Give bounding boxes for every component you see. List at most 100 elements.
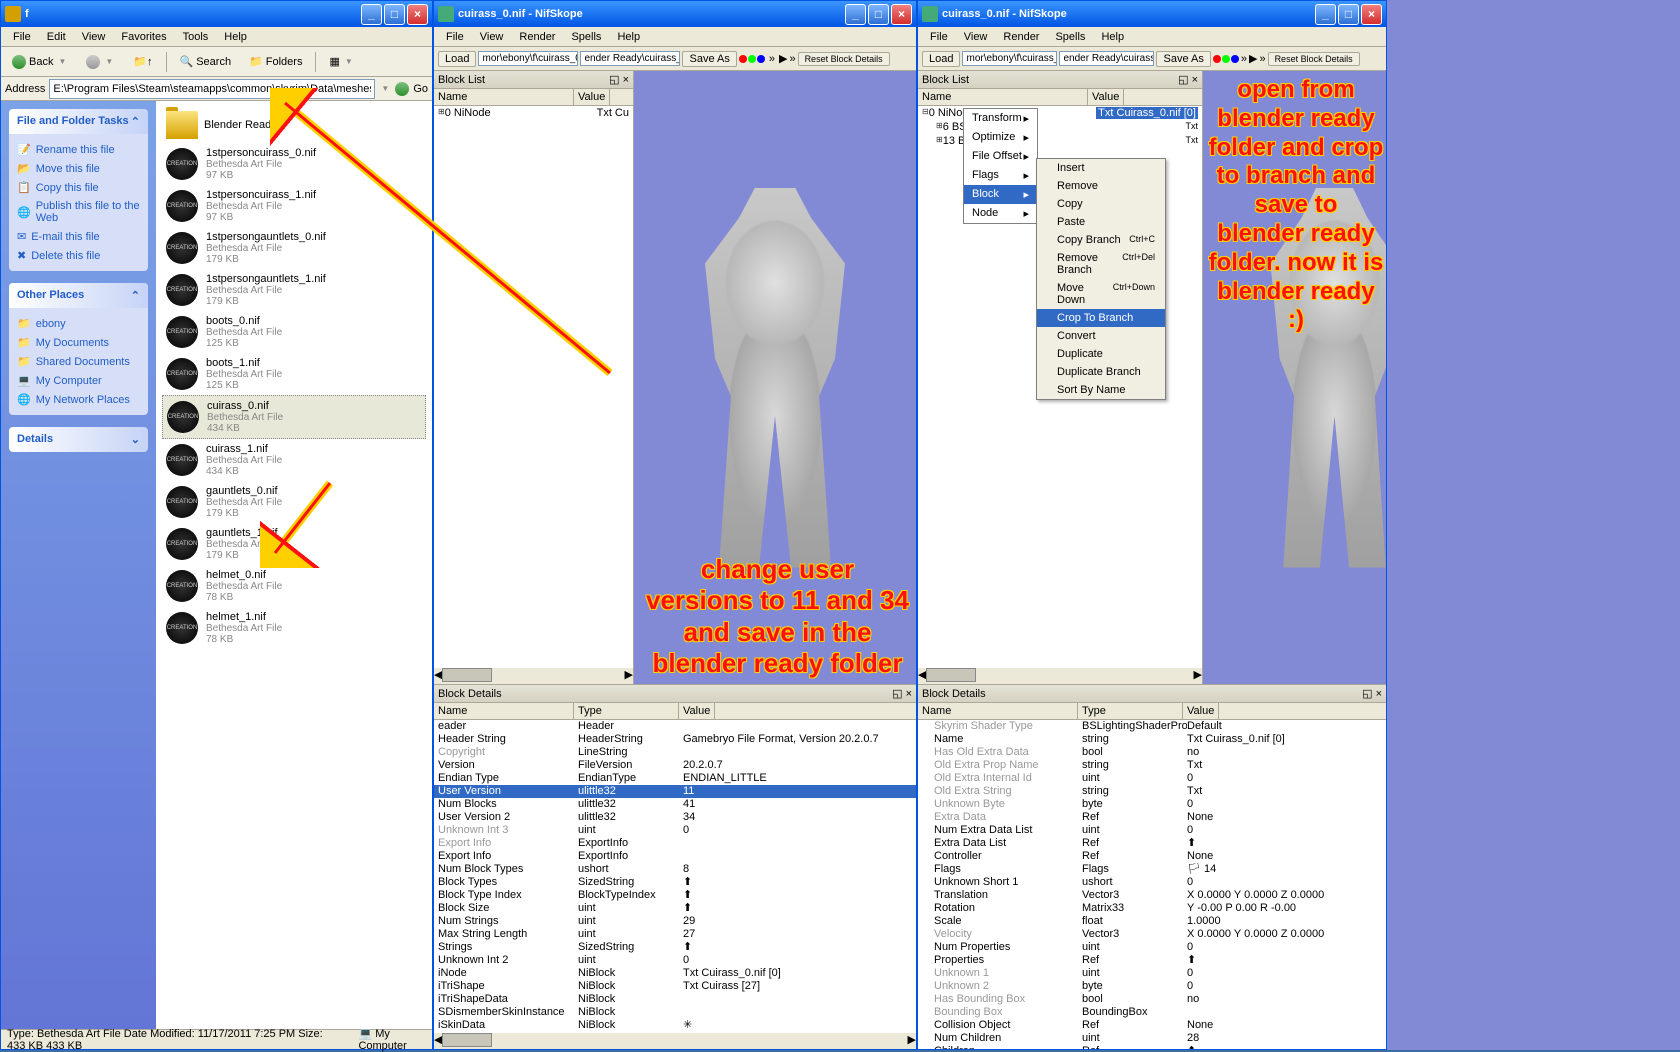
- task-rename[interactable]: 📝Rename this file: [17, 140, 140, 159]
- detail-row[interactable]: Export InfoExportInfo: [434, 850, 916, 863]
- file-item[interactable]: CREATION boots_1.nif Bethesda Art File 1…: [162, 353, 426, 395]
- menu-file[interactable]: File: [438, 29, 472, 45]
- menu-favorites[interactable]: Favorites: [113, 29, 174, 45]
- scrollbar[interactable]: ◀▶: [918, 668, 1202, 684]
- search-button[interactable]: 🔍Search: [173, 52, 239, 71]
- saveas-button[interactable]: Save As: [1156, 51, 1210, 67]
- details-rows[interactable]: eaderHeaderHeader StringHeaderStringGame…: [434, 720, 916, 1033]
- col-value[interactable]: Value: [1183, 703, 1219, 719]
- detail-row[interactable]: iNodeNiBlockTxt Cuirass_0.nif [0]: [434, 967, 916, 980]
- blockdetails-header[interactable]: Block Details◱ ×: [434, 685, 916, 703]
- detail-row[interactable]: Has Bounding Boxboolno: [918, 993, 1386, 1006]
- minimize-button[interactable]: _: [1315, 4, 1336, 25]
- submenu-item[interactable]: Block▸: [964, 185, 1037, 204]
- address-input[interactable]: [49, 79, 375, 99]
- menu-help[interactable]: Help: [216, 29, 255, 45]
- menu-spells[interactable]: Spells: [1047, 29, 1093, 45]
- close-button[interactable]: ×: [1361, 4, 1382, 25]
- col-value[interactable]: Value: [679, 703, 715, 719]
- details-rows[interactable]: Skyrim Shader TypeBSLightingShaderProper…: [918, 720, 1386, 1049]
- save-path[interactable]: ender Ready\cuirass_0.nif: [1059, 51, 1154, 66]
- detail-row[interactable]: Old Extra Prop NamestringTxt: [918, 759, 1386, 772]
- context-menu-item[interactable]: Duplicate: [1037, 345, 1165, 363]
- detail-row[interactable]: TranslationVector3X 0.0000 Y 0.0000 Z 0.…: [918, 889, 1386, 902]
- saveas-button[interactable]: Save As: [682, 51, 736, 67]
- render-toggles[interactable]: [1213, 55, 1239, 63]
- col-value[interactable]: Value: [1088, 89, 1124, 105]
- col-name[interactable]: Name: [434, 703, 574, 719]
- views-button[interactable]: ▦▼: [322, 52, 361, 71]
- detail-row[interactable]: Num Block Typesushort8: [434, 863, 916, 876]
- reset-button[interactable]: Reset Block Details: [1268, 52, 1360, 66]
- detail-row[interactable]: Unknown 2byte0: [918, 980, 1386, 993]
- collapse-icon[interactable]: ⌃: [131, 289, 140, 302]
- folder-blender-ready[interactable]: Blender Ready: [162, 107, 426, 143]
- file-item[interactable]: CREATION 1stpersongauntlets_0.nif Bethes…: [162, 227, 426, 269]
- file-item[interactable]: CREATION helmet_0.nif Bethesda Art File …: [162, 565, 426, 607]
- load-path[interactable]: mor\ebony\f\cuirass_0.nif: [962, 51, 1057, 66]
- load-button[interactable]: Load: [438, 51, 476, 67]
- detail-row[interactable]: ControllerRefNone: [918, 850, 1386, 863]
- blockdetails-header[interactable]: Block Details◱ ×: [918, 685, 1386, 703]
- tree-row[interactable]: ⊟ 0 NiNodeTxt Cuirass_0.nif [0]: [918, 106, 1202, 120]
- detail-row[interactable]: Skyrim Shader TypeBSLightingShaderProper…: [918, 720, 1386, 733]
- task-delete[interactable]: ✖Delete this file: [17, 246, 140, 265]
- close-button[interactable]: ×: [407, 4, 428, 25]
- detail-row[interactable]: FlagsFlags🏳 14: [918, 863, 1386, 876]
- detail-row[interactable]: CopyrightLineString: [434, 746, 916, 759]
- place-network[interactable]: 🌐My Network Places: [17, 390, 140, 409]
- close-panel-icon[interactable]: ◱ ×: [892, 687, 912, 700]
- maximize-button[interactable]: □: [384, 4, 405, 25]
- explorer-titlebar[interactable]: f _ □ ×: [1, 1, 432, 27]
- detail-row[interactable]: Num Childrenuint28: [918, 1032, 1386, 1045]
- blocklist-tree[interactable]: ⊞ 0 NiNodeTxt Cu: [434, 106, 633, 668]
- close-panel-icon[interactable]: ◱ ×: [1178, 73, 1198, 86]
- detail-row[interactable]: Unknown Int 3uint0: [434, 824, 916, 837]
- menu-render[interactable]: Render: [995, 29, 1047, 45]
- back-button[interactable]: Back ▼: [5, 52, 75, 72]
- blocklist-header[interactable]: Block List◱ ×: [434, 71, 633, 89]
- detail-row[interactable]: NamestringTxt Cuirass_0.nif [0]: [918, 733, 1386, 746]
- render-toggles[interactable]: [739, 55, 765, 63]
- menu-file[interactable]: File: [5, 29, 39, 45]
- file-item[interactable]: CREATION cuirass_0.nif Bethesda Art File…: [162, 395, 426, 439]
- file-item[interactable]: CREATION boots_0.nif Bethesda Art File 1…: [162, 311, 426, 353]
- menu-tools[interactable]: Tools: [175, 29, 217, 45]
- submenu-item[interactable]: File Offset▸: [964, 147, 1037, 166]
- minimize-button[interactable]: _: [361, 4, 382, 25]
- menu-help[interactable]: Help: [609, 29, 648, 45]
- menu-edit[interactable]: Edit: [39, 29, 74, 45]
- detail-row[interactable]: User Versionulittle3211: [434, 785, 916, 798]
- up-button[interactable]: 📁↑: [126, 52, 159, 71]
- detail-row[interactable]: Scalefloat1.0000: [918, 915, 1386, 928]
- save-path[interactable]: ender Ready\cuirass_0.nif: [580, 51, 680, 66]
- detail-row[interactable]: eaderHeader: [434, 720, 916, 733]
- context-menu-item[interactable]: Move DownCtrl+Down: [1037, 279, 1165, 309]
- detail-row[interactable]: Num Blocksulittle3241: [434, 798, 916, 811]
- file-tasks-header[interactable]: File and Folder Tasks⌃: [9, 109, 148, 134]
- context-menu-item[interactable]: Remove BranchCtrl+Del: [1037, 249, 1165, 279]
- menu-spells[interactable]: Spells: [563, 29, 609, 45]
- file-item[interactable]: CREATION 1stpersoncuirass_0.nif Bethesda…: [162, 143, 426, 185]
- scrollbar[interactable]: ◀▶: [434, 1033, 916, 1049]
- detail-row[interactable]: Block Sizeuint⬆: [434, 902, 916, 915]
- detail-row[interactable]: VelocityVector3X 0.0000 Y 0.0000 Z 0.000…: [918, 928, 1386, 941]
- task-publish[interactable]: 🌐Publish this file to the Web: [17, 197, 140, 227]
- task-email[interactable]: ✉E-mail this file: [17, 227, 140, 246]
- file-item[interactable]: CREATION 1stpersongauntlets_1.nif Bethes…: [162, 269, 426, 311]
- detail-row[interactable]: VersionFileVersion20.2.0.7: [434, 759, 916, 772]
- col-value[interactable]: Value: [574, 89, 610, 105]
- detail-row[interactable]: Old Extra StringstringTxt: [918, 785, 1386, 798]
- detail-row[interactable]: Unknown Int 2uint0: [434, 954, 916, 967]
- menu-render[interactable]: Render: [511, 29, 563, 45]
- file-item[interactable]: CREATION gauntlets_0.nif Bethesda Art Fi…: [162, 481, 426, 523]
- detail-row[interactable]: Extra Data ListRef⬆: [918, 837, 1386, 850]
- other-places-header[interactable]: Other Places⌃: [9, 283, 148, 308]
- context-menu-item[interactable]: Paste: [1037, 213, 1165, 231]
- close-panel-icon[interactable]: ◱ ×: [1362, 687, 1382, 700]
- nif1-viewport[interactable]: change user versions to 11 and 34 and sa…: [634, 71, 916, 684]
- menu-view[interactable]: View: [472, 29, 512, 45]
- col-name[interactable]: Name: [918, 89, 1088, 105]
- maximize-button[interactable]: □: [868, 4, 889, 25]
- nif2-titlebar[interactable]: cuirass_0.nif - NifSkope _ □ ×: [918, 1, 1386, 27]
